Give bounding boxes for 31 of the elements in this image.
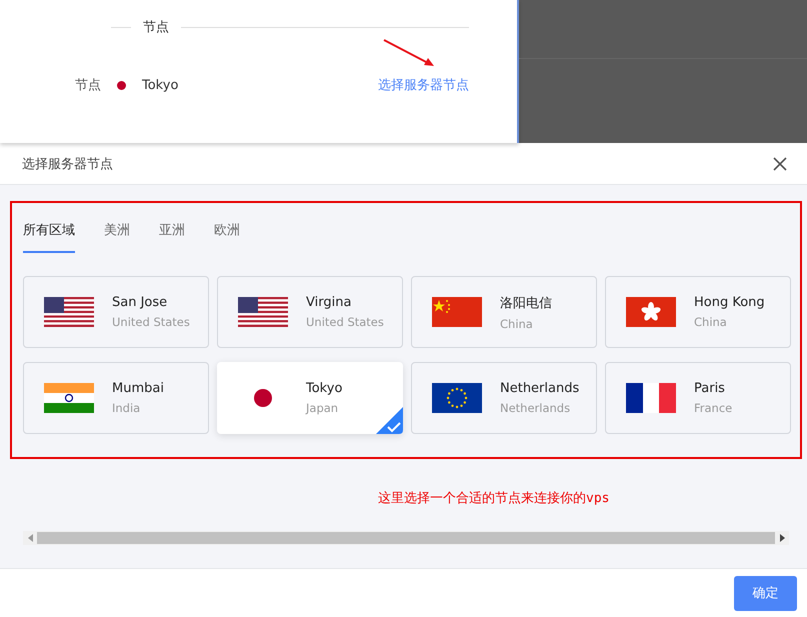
region-tab[interactable]: 美洲	[104, 217, 130, 253]
scrollbar[interactable]	[23, 531, 789, 545]
dialog-title: 选择服务器节点	[22, 156, 113, 172]
india-flag-icon	[44, 383, 94, 413]
china-flag-icon	[432, 297, 482, 327]
node-label: 节点	[75, 77, 102, 94]
annotation-arrow	[382, 38, 436, 68]
scroll-right-icon[interactable]	[780, 534, 784, 542]
annotation-text: 这里选择一个合适的节点来连接你的vps	[378, 490, 610, 507]
server-node-card[interactable]: Paris France	[605, 362, 791, 434]
server-node-card[interactable]: Tokyo Japan	[217, 362, 403, 434]
france-flag-icon	[626, 383, 676, 413]
selected-check-icon	[376, 407, 403, 434]
section-title: 节点	[143, 19, 169, 36]
server-node-card[interactable]: Netherlands Netherlands	[411, 362, 597, 434]
server-node-card[interactable]: 洛阳电信 China	[411, 276, 597, 348]
hong-kong-flag-icon	[626, 297, 676, 327]
node-value: Tokyo	[142, 78, 178, 92]
server-node-card[interactable]: Hong Kong China	[605, 276, 791, 348]
server-node-card[interactable]: Mumbai India	[23, 362, 209, 434]
close-button[interactable]	[773, 156, 787, 170]
server-node-card[interactable]: Virgina United States	[217, 276, 403, 348]
status-dot-icon	[117, 80, 126, 90]
region-tab[interactable]: 亚洲	[159, 217, 185, 253]
region-tab[interactable]: 欧洲	[214, 217, 240, 253]
region-tab[interactable]: 所有区域	[23, 217, 75, 253]
us-flag-icon	[44, 297, 94, 327]
us-flag-icon	[238, 297, 288, 327]
select-server-link[interactable]: 选择服务器节点	[378, 76, 469, 94]
server-node-card[interactable]: San Jose United States	[23, 276, 209, 348]
eu-flag-icon	[432, 383, 482, 413]
